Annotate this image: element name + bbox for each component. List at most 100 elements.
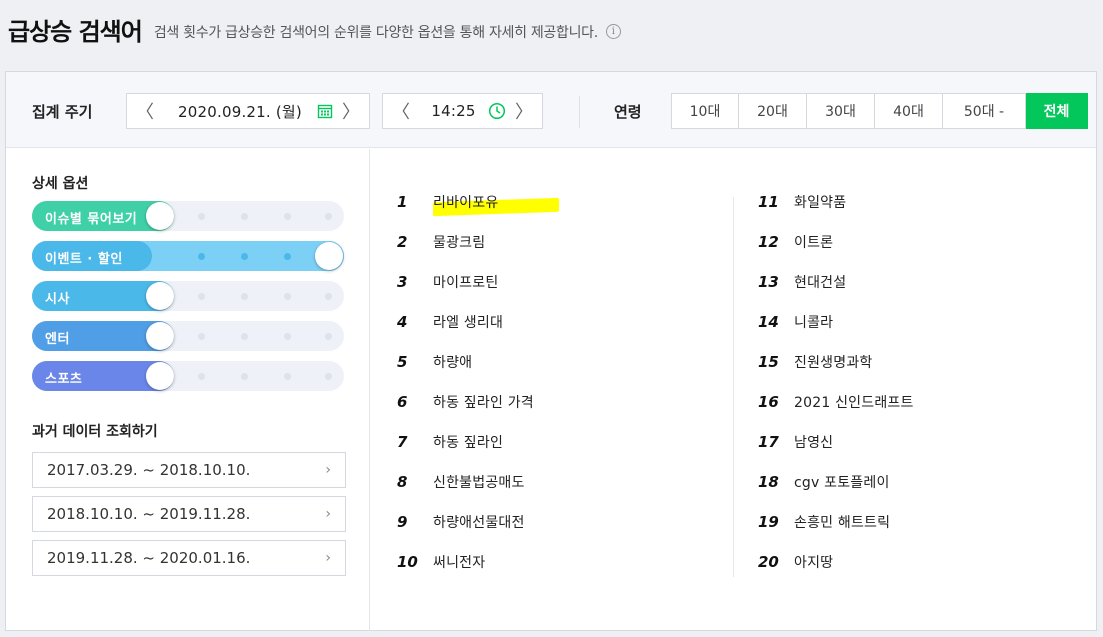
date-picker: 〈 2020.09.21. (월) 〉	[126, 93, 370, 129]
rank-item[interactable]: 1 리바이포유	[397, 182, 559, 222]
history-range-label: 2019.11.28. ~ 2020.01.16.	[47, 549, 251, 567]
chevron-right-icon: ›	[325, 462, 331, 478]
rank-item[interactable]: 17 남영신	[758, 422, 914, 462]
rank-item[interactable]: 10 써니전자	[397, 542, 534, 582]
age-30-button[interactable]: 30대	[807, 93, 875, 129]
age-40-button[interactable]: 40대	[875, 93, 943, 129]
rank-keyword[interactable]: 하량애	[433, 352, 472, 372]
rank-keyword[interactable]: 남영신	[794, 432, 833, 452]
page-description: 검색 횟수가 급상승한 검색어의 순위를 다양한 옵션을 통해 자세히 제공합니…	[153, 24, 598, 41]
time-picker: 〈 14:25 〉	[382, 93, 543, 129]
rank-keyword[interactable]: 2021 신인드래프트	[794, 392, 914, 412]
rank-item[interactable]: 13 현대건설	[758, 262, 914, 302]
rank-keyword[interactable]: 화일약품	[794, 192, 846, 212]
toggle-knob[interactable]	[146, 202, 174, 230]
rank-keyword[interactable]: 니콜라	[794, 312, 833, 332]
period-label: 집계 주기	[32, 103, 93, 121]
toggle-dot	[198, 253, 205, 260]
options-sidebar: 상세 옵션 이슈별 묶어보기 이벤트 · 할인 시사 엔터 스포츠 과거 데이터…	[6, 149, 370, 631]
rank-number: 9	[397, 513, 408, 531]
info-icon[interactable]: i	[605, 24, 621, 39]
toggle-event-sale[interactable]: 이벤트 · 할인	[32, 241, 344, 271]
rank-keyword[interactable]: 하동 짚라인 가격	[433, 392, 534, 412]
rank-item[interactable]: 9 하량애선물대전	[397, 502, 534, 542]
ranking-left-column: 1 리바이포유 2 물광크림 3 마이프로틴 4 라엘 생리대 5 하량애 6 하동 짚라인…	[397, 182, 559, 582]
rank-item[interactable]: 14 니콜라	[758, 302, 914, 342]
rank-keyword[interactable]: 리바이포유	[433, 195, 498, 211]
toggle-dot	[241, 373, 248, 380]
rank-item[interactable]: 3 마이프로틴	[397, 262, 534, 302]
history-range-label: 2018.10.10. ~ 2019.11.28.	[47, 505, 251, 523]
rank-item[interactable]: 12 이트론	[758, 222, 914, 262]
rank-number: 20	[758, 553, 779, 571]
toggle-dot	[241, 333, 248, 340]
rank-keyword[interactable]: 라엘 생리대	[433, 312, 503, 332]
toggle-dot	[284, 293, 291, 300]
toggle-current-affairs[interactable]: 시사	[32, 281, 344, 311]
rank-item[interactable]: 6 하동 짚라인 가격	[397, 382, 534, 422]
date-value[interactable]: 2020.09.21. (월)	[163, 101, 317, 122]
rank-keyword[interactable]: cgv 포토플레이	[794, 472, 890, 492]
rank-number: 3	[397, 273, 408, 291]
rank-keyword[interactable]: 이트론	[794, 232, 833, 252]
page-header: 급상승 검색어 검색 횟수가 급상승한 검색어의 순위를 다양한 옵션을 통해 …	[8, 12, 621, 47]
rank-number: 4	[397, 313, 408, 331]
history-range-1[interactable]: 2017.03.29. ~ 2018.10.10. ›	[32, 452, 346, 488]
rank-item[interactable]: 4 라엘 생리대	[397, 302, 534, 342]
rank-keyword[interactable]: 신한불법공매도	[433, 472, 525, 492]
rank-keyword[interactable]: 하동 짚라인	[433, 432, 503, 452]
rank-item[interactable]: 7 하동 짚라인	[397, 422, 534, 462]
time-value[interactable]: 14:25	[419, 102, 488, 120]
toggle-label: 이슈별 묶어보기	[45, 212, 138, 227]
calendar-icon[interactable]	[317, 103, 333, 119]
toggle-knob[interactable]	[146, 282, 174, 310]
rank-item[interactable]: 19 손흥민 해트트릭	[758, 502, 914, 542]
rank-keyword[interactable]: 진원생명과학	[794, 352, 872, 372]
rank-keyword[interactable]: 써니전자	[433, 552, 485, 572]
toggle-dot	[284, 333, 291, 340]
toggle-dot	[198, 333, 205, 340]
toggle-issue-group[interactable]: 이슈별 묶어보기	[32, 201, 344, 231]
toggle-sports[interactable]: 스포츠	[32, 361, 344, 391]
clock-icon[interactable]	[488, 102, 506, 120]
date-next-button[interactable]: 〉	[333, 94, 369, 128]
date-prev-button[interactable]: 〈	[127, 94, 163, 128]
toggle-knob[interactable]	[315, 242, 343, 270]
chevron-right-icon: ›	[325, 506, 331, 522]
time-next-button[interactable]: 〉	[506, 94, 542, 128]
page-title: 급상승 검색어	[8, 18, 143, 46]
rank-keyword[interactable]: 하량애선물대전	[433, 512, 525, 532]
age-all-button[interactable]: 전체	[1026, 93, 1088, 129]
history-range-2[interactable]: 2018.10.10. ~ 2019.11.28. ›	[32, 496, 346, 532]
toggle-dot	[284, 373, 291, 380]
time-prev-button[interactable]: 〈	[383, 94, 419, 128]
rank-item[interactable]: 16 2021 신인드래프트	[758, 382, 914, 422]
toolbar: 집계 주기 〈 2020.09.21. (월) 〉 〈 14:25 〉 연령 1…	[6, 72, 1096, 148]
toggle-knob[interactable]	[146, 362, 174, 390]
toggle-dot	[284, 213, 291, 220]
rank-number: 8	[397, 473, 408, 491]
toggle-dot	[241, 213, 248, 220]
rank-number: 17	[758, 433, 779, 451]
rank-keyword[interactable]: 손흥민 해트트릭	[794, 512, 890, 532]
age-20-button[interactable]: 20대	[739, 93, 807, 129]
age-50-button[interactable]: 50대 -	[943, 93, 1026, 129]
keyword-wrap: 리바이포유	[433, 192, 559, 217]
rank-keyword[interactable]: 물광크림	[433, 232, 485, 252]
toggle-knob[interactable]	[146, 322, 174, 350]
rank-item[interactable]: 2 물광크림	[397, 222, 534, 262]
toggle-entertainment[interactable]: 엔터	[32, 321, 344, 351]
rank-item[interactable]: 20 아지땅	[758, 542, 914, 582]
toolbar-divider	[579, 96, 580, 128]
history-range-3[interactable]: 2019.11.28. ~ 2020.01.16. ›	[32, 540, 346, 576]
age-10-button[interactable]: 10대	[671, 93, 739, 129]
rank-keyword[interactable]: 마이프로틴	[433, 272, 498, 292]
rank-keyword[interactable]: 현대건설	[794, 272, 846, 292]
rank-item[interactable]: 15 진원생명과학	[758, 342, 914, 382]
rank-keyword[interactable]: 아지땅	[794, 552, 833, 572]
rank-item[interactable]: 11 화일약품	[758, 182, 914, 222]
rank-item[interactable]: 8 신한불법공매도	[397, 462, 534, 502]
rank-item[interactable]: 5 하량애	[397, 342, 534, 382]
toggle-dot	[325, 333, 332, 340]
rank-item[interactable]: 18 cgv 포토플레이	[758, 462, 914, 502]
